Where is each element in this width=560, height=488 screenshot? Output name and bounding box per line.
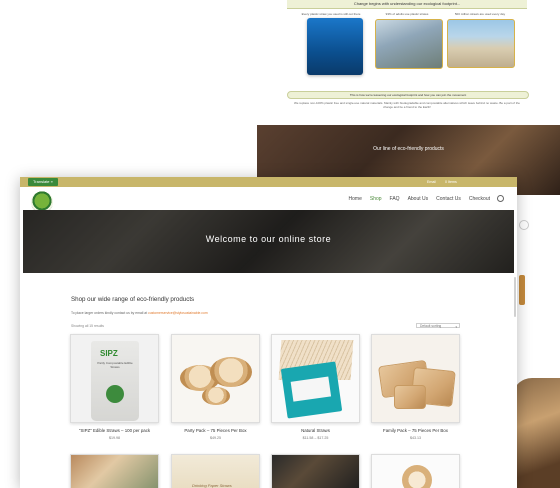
hero-banner: Welcome to our online store: [23, 210, 514, 273]
product-price: $11.58 – $17.25: [302, 436, 329, 440]
palm-bowl: [202, 387, 230, 405]
bg-section-title: Our line of eco-friendly products: [373, 146, 444, 152]
product-name[interactable]: Party Pack – 75 Pieces Per Box: [171, 428, 260, 433]
product-price: $19.98: [109, 436, 120, 440]
bowl-image: [402, 465, 432, 488]
shop-intro-title: Shop our wide range of eco-friendly prod…: [71, 296, 195, 303]
main-nav: Home Shop FAQ About Us Contact Us Checko…: [341, 195, 504, 203]
bg-caption-1: Every plastic straw you used is still ou…: [301, 12, 361, 16]
bg-bar2-title: This is how we're lessening our ecologic…: [287, 91, 529, 99]
product-card[interactable]: [70, 454, 159, 488]
bg-banner-title: Change begins with understanding our eco…: [287, 0, 527, 9]
sort-select[interactable]: Default sorting ▾: [416, 323, 460, 329]
product-image[interactable]: [171, 334, 260, 423]
product-image[interactable]: SIPZ Partly Compostable Edible Straws: [70, 334, 159, 423]
intro-sub-text: To place larger orders kindly contact us…: [71, 311, 149, 315]
pouch-text: Partly Compostable Edible Straws: [97, 361, 133, 369]
product-card[interactable]: [371, 454, 460, 488]
straw-box: [280, 361, 343, 419]
shop-intro-sub: To place larger orders kindly contact us…: [71, 311, 208, 315]
product-price: $43.13: [410, 436, 421, 440]
product-image[interactable]: [271, 454, 360, 488]
site-header: Home Shop FAQ About Us Contact Us Checko…: [20, 187, 517, 213]
straw-pouch: SIPZ Partly Compostable Edible Straws: [91, 341, 139, 421]
product-name[interactable]: "SIPZ" Edible Straws – 100 per pack: [70, 428, 159, 433]
product-card[interactable]: Natural Straws $11.58 – $17.25: [271, 334, 360, 440]
nav-about-us[interactable]: About Us: [408, 196, 429, 203]
product-image[interactable]: [70, 454, 159, 488]
pouch-brand: SIPZ: [100, 349, 118, 358]
palm-bowl: [210, 357, 252, 387]
product-card[interactable]: Drinking Paper Straws: [171, 454, 260, 488]
beach-photo: [447, 19, 515, 68]
nav-shop[interactable]: Shop: [370, 196, 382, 203]
scrollbar[interactable]: [514, 277, 516, 317]
product-image[interactable]: Drinking Paper Straws: [171, 454, 260, 488]
sort-label: Default sorting: [420, 324, 442, 328]
bg-caption-3: 500 million straws are used every day: [454, 12, 506, 16]
bg-circle-icon: [519, 220, 529, 230]
nav-checkout[interactable]: Checkout: [469, 196, 490, 203]
box-label: [290, 376, 332, 402]
bg-bar2-text: We replace non-100% plastic free and sin…: [294, 101, 520, 109]
product-card[interactable]: Party Pack – 75 Pieces Per Box $49.25: [171, 334, 260, 440]
nav-faq[interactable]: FAQ: [390, 196, 400, 203]
results-count: Showing all 15 results: [71, 324, 104, 328]
search-icon[interactable]: [497, 195, 504, 202]
browser-window: Translate » Email 0 Items Home Shop FAQ …: [20, 177, 517, 488]
pouch-seal: [106, 385, 124, 403]
product-card[interactable]: Family Pack – 75 Pieces Per Box $43.13: [371, 334, 460, 440]
palm-plate: [394, 385, 426, 409]
bg-product-thumb: [519, 275, 525, 305]
bg-decor-image: [512, 378, 560, 488]
product-card[interactable]: SIPZ Partly Compostable Edible Straws "S…: [70, 334, 159, 440]
nav-contact-us[interactable]: Contact Us: [436, 196, 461, 203]
product-name[interactable]: Natural Straws: [271, 428, 360, 433]
cart-link[interactable]: 0 Items: [445, 177, 457, 187]
product-image[interactable]: [371, 454, 460, 488]
translate-button[interactable]: Translate »: [28, 178, 58, 186]
product-image[interactable]: [271, 334, 360, 423]
product-name[interactable]: Family Pack – 75 Pieces Per Box: [371, 428, 460, 433]
nav-home[interactable]: Home: [349, 196, 362, 203]
product-card[interactable]: [271, 454, 360, 488]
product-price: $49.25: [210, 436, 221, 440]
trash-photo: [375, 19, 443, 69]
product-image[interactable]: [371, 334, 460, 423]
top-bar: Translate » Email 0 Items: [20, 177, 517, 187]
hero-title: Welcome to our online store: [205, 234, 332, 244]
email-link[interactable]: Email: [427, 177, 436, 187]
paper-straws-label: Drinking Paper Straws: [192, 483, 232, 488]
chevron-down-icon: ▾: [455, 325, 457, 329]
contact-email-link[interactable]: customerservice@stylosustainable.com: [148, 311, 208, 315]
turtle-photo: [307, 18, 363, 75]
bg-caption-2: 93% of adults use plastic straws: [385, 12, 429, 16]
